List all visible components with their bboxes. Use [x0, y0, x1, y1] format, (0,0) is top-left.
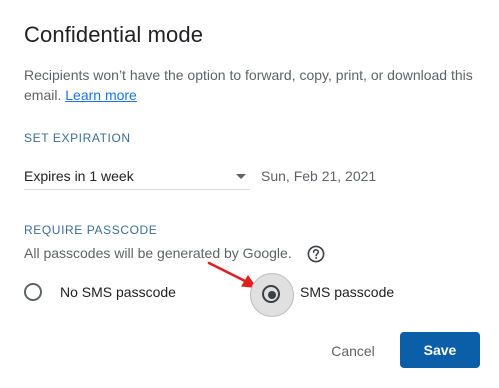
- caret-down-icon: [236, 174, 246, 179]
- sms-passcode-label: SMS passcode: [300, 284, 395, 300]
- no-sms-passcode-option[interactable]: No SMS passcode: [24, 276, 194, 308]
- radio-selected-dot: [268, 291, 276, 299]
- require-passcode-label: REQUIRE PASSCODE: [24, 223, 158, 237]
- set-expiration-label: SET EXPIRATION: [24, 131, 131, 145]
- cancel-button[interactable]: Cancel: [316, 334, 390, 368]
- dialog-description: Recipients won’t have the option to forw…: [24, 65, 474, 105]
- expiration-dropdown[interactable]: Expires in 1 week: [24, 165, 250, 190]
- learn-more-link[interactable]: Learn more: [65, 87, 137, 103]
- dialog-title: Confidential mode: [24, 22, 204, 47]
- expiration-selected-value: Expires in 1 week: [24, 168, 134, 184]
- expiration-date: Sun, Feb 21, 2021: [261, 168, 377, 184]
- radio-unselected-icon[interactable]: [24, 283, 42, 301]
- sms-passcode-option[interactable]: SMS passcode: [250, 273, 430, 317]
- save-button[interactable]: Save: [400, 332, 480, 368]
- no-sms-passcode-label: No SMS passcode: [60, 284, 176, 300]
- help-circle-icon[interactable]: [307, 245, 325, 263]
- confidential-mode-dialog: Confidential mode Recipients won’t have …: [0, 0, 499, 388]
